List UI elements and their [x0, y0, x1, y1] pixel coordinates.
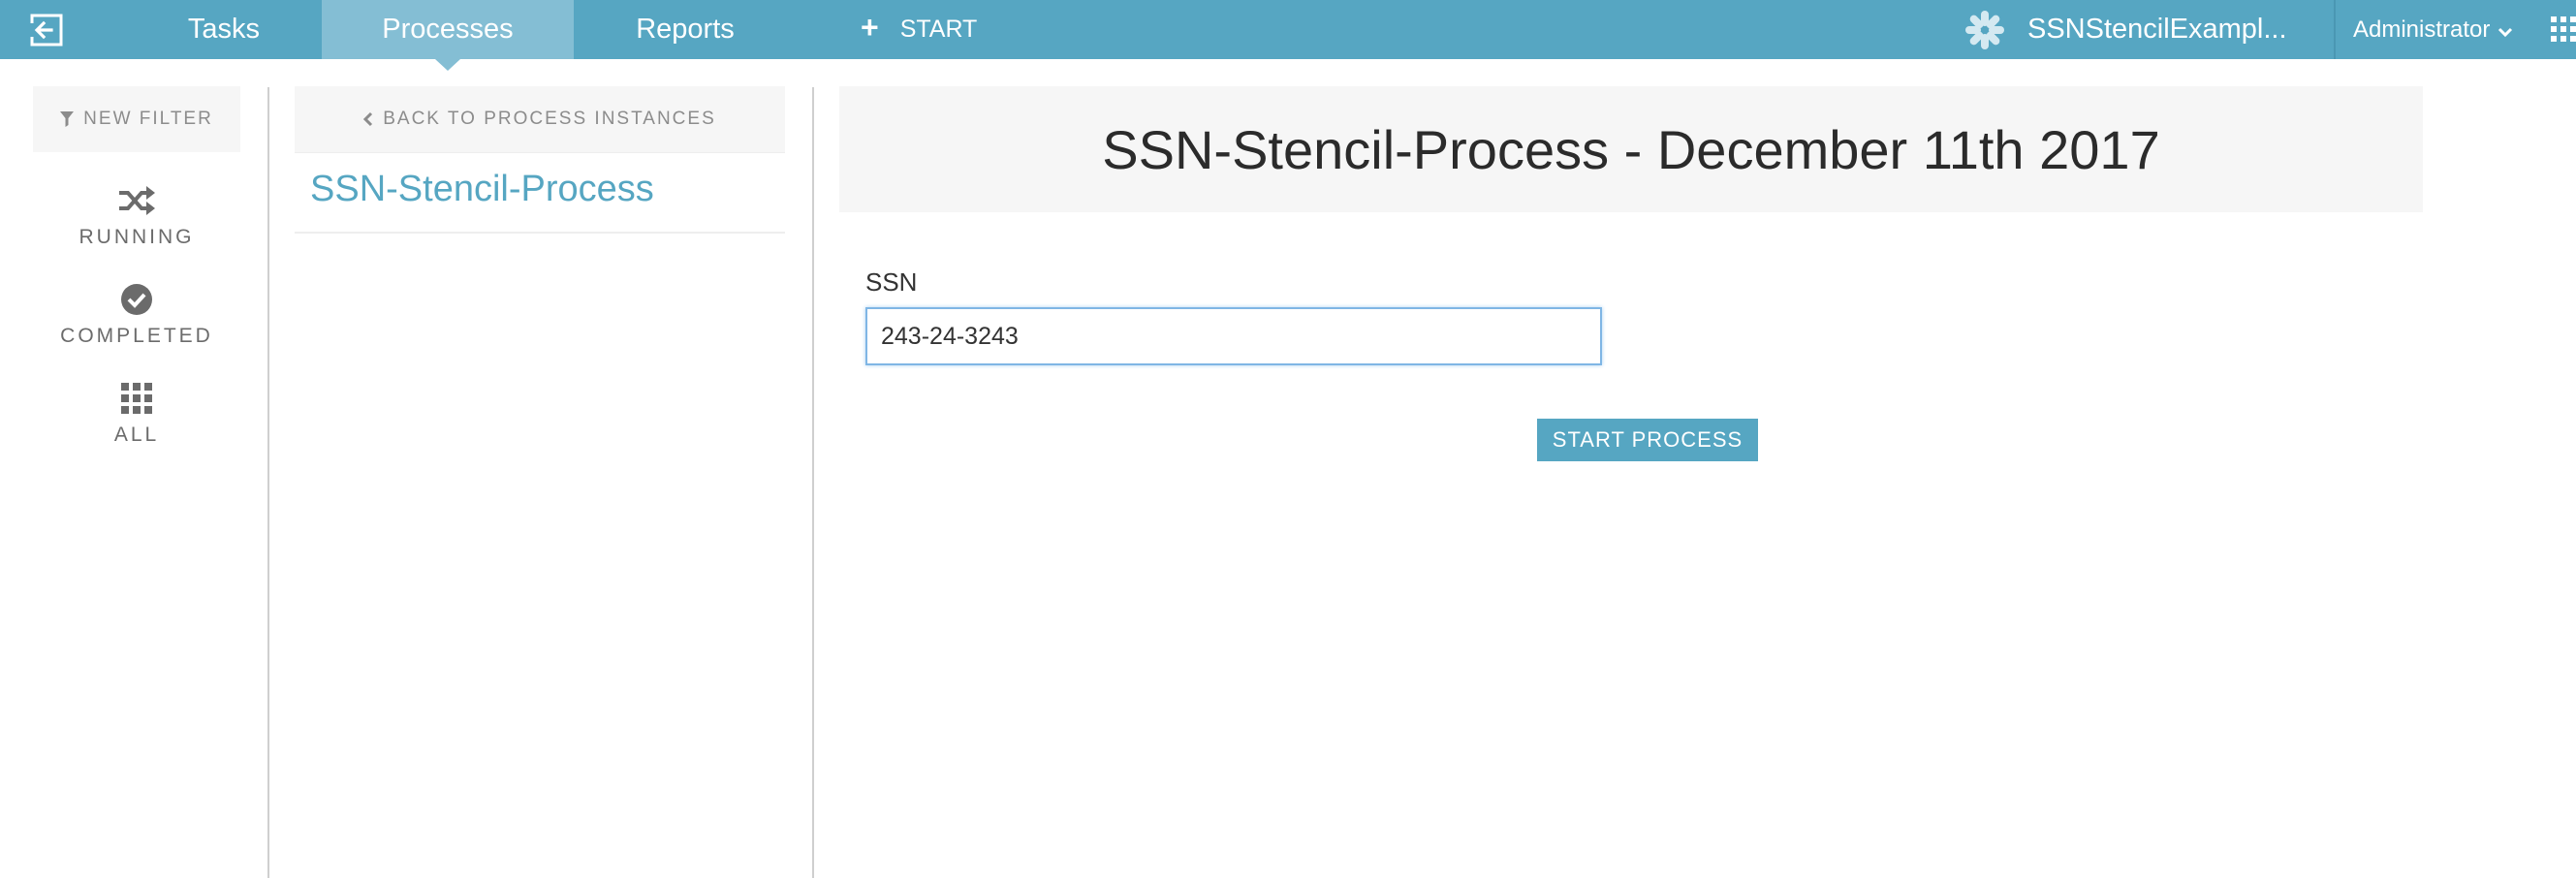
user-name-label: Administrator	[2353, 16, 2491, 43]
nav-tab-reports-label: Reports	[636, 14, 735, 45]
process-name-link[interactable]: SSN-Stencil-Process	[310, 169, 654, 210]
app-name-label: SSNStencilExampl...	[2027, 14, 2287, 45]
filter-running-label: RUNNING	[79, 226, 195, 248]
plus-icon: +	[861, 10, 879, 45]
filter-sidebar: NEW FILTER RUNNING COMPLETED ALL	[0, 59, 267, 878]
column-divider	[812, 87, 814, 878]
filter-all-label: ALL	[113, 423, 160, 446]
exit-app-icon	[29, 14, 62, 46]
app-switcher[interactable]: SSNStencilExampl...	[1963, 0, 2287, 59]
apps-grid-icon[interactable]	[2551, 15, 2576, 44]
chevron-left-icon	[363, 111, 373, 127]
filter-running[interactable]: RUNNING	[33, 183, 240, 249]
shuffle-icon	[117, 183, 156, 218]
new-filter-button[interactable]: NEW FILTER	[33, 86, 240, 152]
app-logo[interactable]	[0, 0, 92, 59]
start-link-label: START	[899, 16, 978, 43]
asterisk-flower-icon	[1963, 9, 2006, 51]
ssn-input[interactable]	[865, 307, 1602, 365]
top-navigation-bar: Tasks Processes Reports + START SSNStenc…	[0, 0, 2576, 71]
start-process-link[interactable]: + START	[861, 0, 977, 59]
list-item[interactable]: SSN-Stencil-Process	[295, 152, 785, 234]
start-process-button-label: START PROCESS	[1552, 427, 1744, 452]
page-title: SSN-Stencil-Process - December 11th 2017	[1102, 118, 2160, 180]
process-list: BACK TO PROCESS INSTANCES SSN-Stencil-Pr…	[295, 59, 785, 878]
nav-tab-processes[interactable]: Processes	[322, 0, 574, 71]
nav-tab-processes-label: Processes	[382, 14, 514, 45]
process-header: SSN-Stencil-Process - December 11th 2017	[839, 86, 2423, 212]
chevron-down-icon	[2497, 26, 2513, 38]
filter-completed[interactable]: COMPLETED	[33, 282, 240, 348]
ssn-field-label: SSN	[865, 267, 918, 297]
nav-tab-tasks[interactable]: Tasks	[155, 0, 293, 59]
check-circle-icon	[120, 282, 153, 317]
user-menu-divider	[2334, 0, 2336, 59]
start-process-button[interactable]: START PROCESS	[1537, 419, 1758, 461]
filter-all[interactable]: ALL	[33, 381, 240, 447]
filter-completed-label: COMPLETED	[60, 325, 213, 347]
user-menu[interactable]: Administrator	[2353, 0, 2513, 59]
nav-tab-tasks-label: Tasks	[187, 14, 261, 45]
new-filter-label: NEW FILTER	[83, 109, 213, 129]
back-to-process-instances-link[interactable]: BACK TO PROCESS INSTANCES	[295, 86, 785, 152]
grid-icon	[121, 381, 152, 416]
nav-tab-reports[interactable]: Reports	[611, 0, 760, 59]
back-link-label: BACK TO PROCESS INSTANCES	[383, 109, 716, 129]
funnel-icon	[60, 111, 75, 127]
column-divider	[267, 87, 269, 878]
